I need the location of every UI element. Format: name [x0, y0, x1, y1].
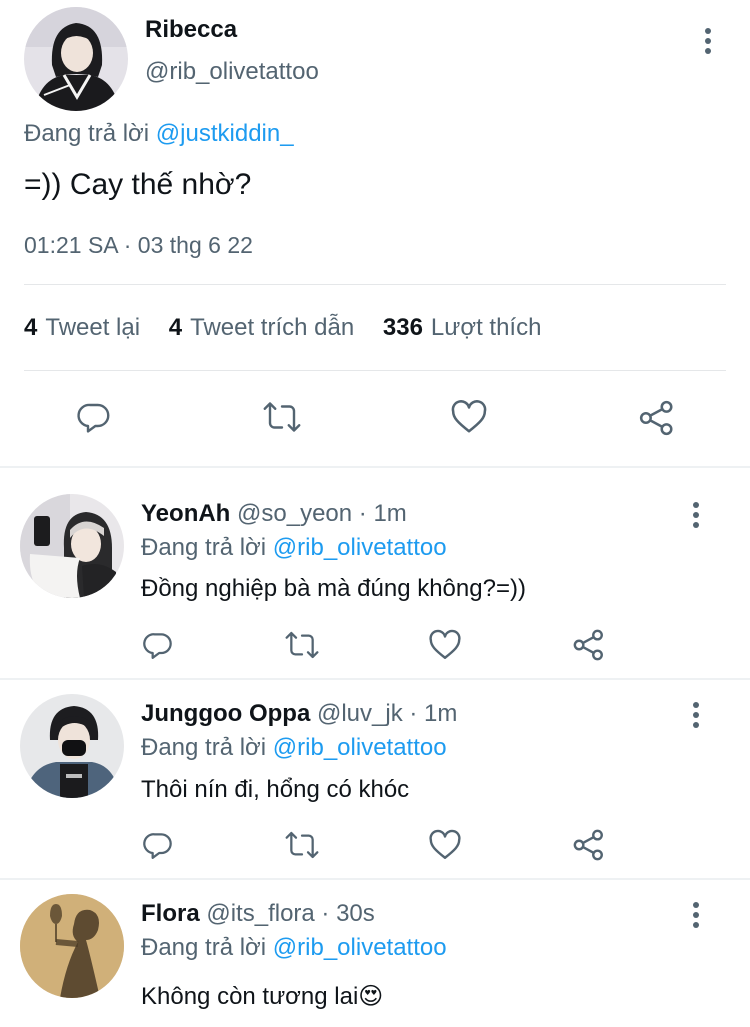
author-name[interactable]: Junggoo Oppa: [141, 700, 310, 727]
quote-label: Tweet trích dẫn: [190, 314, 355, 341]
avatar[interactable]: [20, 894, 124, 998]
reply-tweet[interactable]: Junggoo Oppa @luv_jk · 1m Đang trả lời @…: [0, 680, 750, 878]
more-icon[interactable]: [681, 900, 711, 930]
divider: [24, 370, 726, 371]
author-meta[interactable]: @its_flora · 30s: [206, 900, 374, 927]
quote-count: 4: [168, 314, 183, 341]
tweet-text: =)) Cay thế nhờ?: [24, 168, 252, 201]
reply-to-link[interactable]: @rib_olivetattoo: [273, 734, 447, 761]
retweet-count: 4: [24, 314, 38, 341]
share-icon[interactable]: [572, 828, 606, 862]
retweet-icon[interactable]: [284, 829, 320, 861]
heart-icon[interactable]: [428, 829, 462, 861]
reply-context: Đang trả lời @rib_olivetattoo: [141, 934, 447, 962]
quote-stat[interactable]: 4 Tweet trích dẫn: [169, 314, 354, 341]
retweet-label: Tweet lại: [45, 314, 141, 341]
main-tweet: Ribecca @rib_olivetattoo Đang trả lời @j…: [0, 0, 750, 466]
reply-tweet[interactable]: Flora @its_flora · 30s Đang trả lời @rib…: [0, 880, 750, 1027]
reply-to-link[interactable]: @rib_olivetattoo: [273, 934, 447, 961]
share-icon[interactable]: [572, 628, 606, 662]
author-name[interactable]: YeonAh: [141, 500, 230, 527]
reply-text: Đồng nghiệp bà mà đúng không?=)): [141, 575, 526, 602]
reply-to-link[interactable]: @justkiddin_: [156, 120, 294, 147]
avatar[interactable]: [20, 694, 124, 798]
reply-icon[interactable]: [76, 399, 112, 435]
like-count: 336: [382, 314, 423, 341]
tweet-stats: 4 Tweet lại 4 Tweet trích dẫn 336 Lượt thíc…: [24, 314, 563, 342]
author-name[interactable]: Flora: [141, 900, 200, 927]
retweet-icon[interactable]: [284, 629, 320, 661]
heart-icon[interactable]: [450, 399, 488, 435]
retweet-stat[interactable]: 4 Tweet lại: [24, 314, 140, 341]
avatar[interactable]: [20, 494, 124, 598]
avatar[interactable]: [24, 7, 128, 111]
reply-prefix: Đang trả lời: [141, 734, 267, 761]
tweet-timestamp[interactable]: 01:21 SA · 03 thg 6 22: [24, 232, 253, 259]
author-handle[interactable]: @rib_olivetattoo: [145, 58, 319, 86]
author-meta[interactable]: @so_yeon · 1m: [237, 500, 407, 527]
author-meta[interactable]: @luv_jk · 1m: [317, 700, 457, 727]
reply-header: Junggoo Oppa @luv_jk · 1m: [141, 700, 457, 728]
reply-icon[interactable]: [142, 629, 174, 661]
more-icon[interactable]: [681, 500, 711, 530]
author-name[interactable]: Ribecca: [145, 16, 237, 44]
reply-to-link[interactable]: @rib_olivetattoo: [273, 534, 447, 561]
more-icon[interactable]: [681, 700, 711, 730]
reply-prefix: Đang trả lời: [141, 534, 267, 561]
reply-header: YeonAh @so_yeon · 1m: [141, 500, 407, 528]
retweet-icon[interactable]: [262, 399, 302, 435]
more-icon[interactable]: [693, 26, 723, 56]
reply-tweet[interactable]: YeonAh @so_yeon · 1m Đang trả lời @rib_o…: [0, 468, 750, 678]
reply-prefix: Đang trả lời: [24, 120, 150, 147]
reply-text: Thôi nín đi, hổng có khóc: [141, 776, 410, 803]
reply-text: Không còn tương lai😍: [141, 983, 384, 1010]
divider: [24, 284, 726, 285]
reply-prefix: Đang trả lời: [141, 934, 267, 961]
like-stat[interactable]: 336 Lượt thích: [383, 314, 542, 341]
heart-icon[interactable]: [428, 629, 462, 661]
reply-context: Đang trả lời @justkiddin_: [24, 120, 294, 148]
like-label: Lượt thích: [430, 314, 542, 341]
share-icon[interactable]: [638, 399, 676, 437]
reply-context: Đang trả lời @rib_olivetattoo: [141, 734, 447, 762]
reply-header: Flora @its_flora · 30s: [141, 900, 375, 928]
reply-context: Đang trả lời @rib_olivetattoo: [141, 534, 447, 562]
reply-icon[interactable]: [142, 829, 174, 861]
